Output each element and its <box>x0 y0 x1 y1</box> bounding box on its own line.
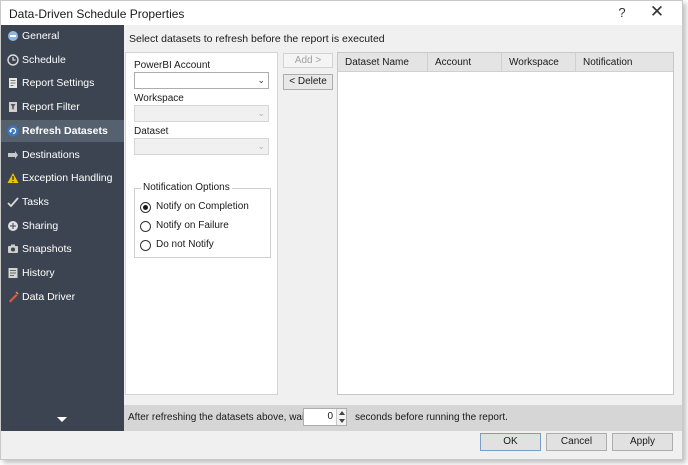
stepper-buttons[interactable] <box>336 409 346 425</box>
wait-seconds-value: 0 <box>327 411 333 422</box>
clock-icon <box>7 54 19 66</box>
chevron-down-icon: ⌄ <box>257 141 265 151</box>
notify-on-completion-label: Notify on Completion <box>156 201 249 212</box>
column-header-dataset-name[interactable]: Dataset Name <box>338 53 428 72</box>
sidebar-item-label: Schedule <box>22 54 66 66</box>
column-header-workspace[interactable]: Workspace <box>502 53 576 72</box>
sidebar-item-report-settings[interactable]: Report Settings <box>1 72 124 94</box>
general-icon <box>7 30 19 42</box>
add-button[interactable]: Add > <box>283 53 333 68</box>
dialog-window: Data-Driven Schedule Properties ? ✕ Gene… <box>0 0 683 460</box>
report-settings-icon <box>7 77 19 89</box>
notify-on-failure-radio[interactable] <box>140 221 151 232</box>
delete-button[interactable]: < Delete <box>283 74 333 90</box>
notification-options-label: Notification Options <box>141 182 232 193</box>
notification-options-group: Notification Options Notify on Completio… <box>134 182 271 258</box>
sidebar-item-label: Exception Handling <box>22 172 113 184</box>
spin-up-icon[interactable] <box>339 411 345 415</box>
wait-suffix-text: seconds before running the report. <box>355 412 508 423</box>
workspace-label: Workspace <box>134 93 184 104</box>
wait-prefix-text: After refreshing the datasets above, wai… <box>128 412 307 423</box>
sidebar-item-label: History <box>22 267 55 279</box>
sidebar-scroll-down-icon[interactable] <box>57 417 67 422</box>
sidebar-item-sharing[interactable]: Sharing <box>1 215 124 237</box>
column-header-notification[interactable]: Notification <box>576 53 673 72</box>
dataset-label: Dataset <box>134 126 169 137</box>
sidebar-item-schedule[interactable]: Schedule <box>1 49 124 71</box>
sidebar-item-label: Tasks <box>22 196 49 208</box>
sidebar-item-refresh-datasets[interactable]: Refresh Datasets <box>1 120 124 142</box>
sidebar-item-data-driver[interactable]: Data Driver <box>1 286 124 308</box>
sidebar-item-exception-handling[interactable]: Exception Handling <box>1 167 124 189</box>
data-driver-icon <box>7 291 19 303</box>
title-bar: Data-Driven Schedule Properties ? ✕ <box>1 1 682 25</box>
powerbi-account-select[interactable]: ⌄ <box>134 72 269 89</box>
sidebar-item-label: Data Driver <box>22 291 76 303</box>
help-button[interactable]: ? <box>615 5 629 20</box>
sidebar-item-label: Report Filter <box>22 101 80 113</box>
chevron-down-icon: ⌄ <box>257 108 265 118</box>
window-title: Data-Driven Schedule Properties <box>9 7 185 21</box>
refresh-icon <box>7 125 19 137</box>
sidebar: General Schedule Report Settings Report … <box>1 25 124 431</box>
dataset-selection-form: PowerBI Account ⌄ Workspace ⌄ Dataset ⌄ … <box>125 52 278 395</box>
tasks-icon <box>7 196 19 208</box>
powerbi-account-label: PowerBI Account <box>134 60 211 71</box>
history-icon <box>7 267 19 279</box>
warning-icon <box>7 172 19 184</box>
refresh-datasets-panel: Select datasets to refresh before the re… <box>124 25 682 405</box>
do-not-notify-label: Do not Notify <box>156 239 214 250</box>
sidebar-item-label: Report Settings <box>22 77 95 89</box>
notify-on-completion-radio[interactable] <box>140 202 151 213</box>
apply-button[interactable]: Apply <box>612 433 673 451</box>
workspace-select[interactable]: ⌄ <box>134 105 269 122</box>
sidebar-item-label: General <box>22 30 60 42</box>
spin-down-icon[interactable] <box>339 419 345 423</box>
close-button[interactable]: ✕ <box>649 3 665 21</box>
instructions-text: Select datasets to refresh before the re… <box>129 33 385 45</box>
sidebar-item-history[interactable]: History <box>1 262 124 284</box>
sidebar-item-report-filter[interactable]: Report Filter <box>1 96 124 118</box>
datasets-grid: Dataset Name Account Workspace Notificat… <box>337 52 674 395</box>
notify-on-failure-label: Notify on Failure <box>156 220 229 231</box>
chevron-down-icon: ⌄ <box>257 75 265 85</box>
column-header-account[interactable]: Account <box>428 53 502 72</box>
wait-seconds-stepper[interactable]: 0 <box>303 408 347 426</box>
sidebar-item-label: Snapshots <box>22 243 72 255</box>
sidebar-item-label: Sharing <box>22 220 59 232</box>
snapshots-icon <box>7 243 19 255</box>
destinations-icon <box>7 149 19 161</box>
cancel-button[interactable]: Cancel <box>546 433 607 451</box>
sidebar-item-label: Destinations <box>22 149 80 161</box>
dialog-footer: OK Cancel Apply <box>1 431 682 459</box>
wait-settings-bar: After refreshing the datasets above, wai… <box>124 405 682 431</box>
do-not-notify-radio[interactable] <box>140 240 151 251</box>
dataset-select[interactable]: ⌄ <box>134 138 269 155</box>
sidebar-item-tasks[interactable]: Tasks <box>1 191 124 213</box>
grid-header: Dataset Name Account Workspace Notificat… <box>338 53 673 72</box>
sidebar-item-snapshots[interactable]: Snapshots <box>1 238 124 260</box>
ok-button[interactable]: OK <box>480 433 541 451</box>
sharing-icon <box>7 220 19 232</box>
sidebar-item-label: Refresh Datasets <box>22 125 108 137</box>
sidebar-item-destinations[interactable]: Destinations <box>1 144 124 166</box>
sidebar-item-general[interactable]: General <box>1 25 124 47</box>
filter-icon <box>7 101 19 113</box>
